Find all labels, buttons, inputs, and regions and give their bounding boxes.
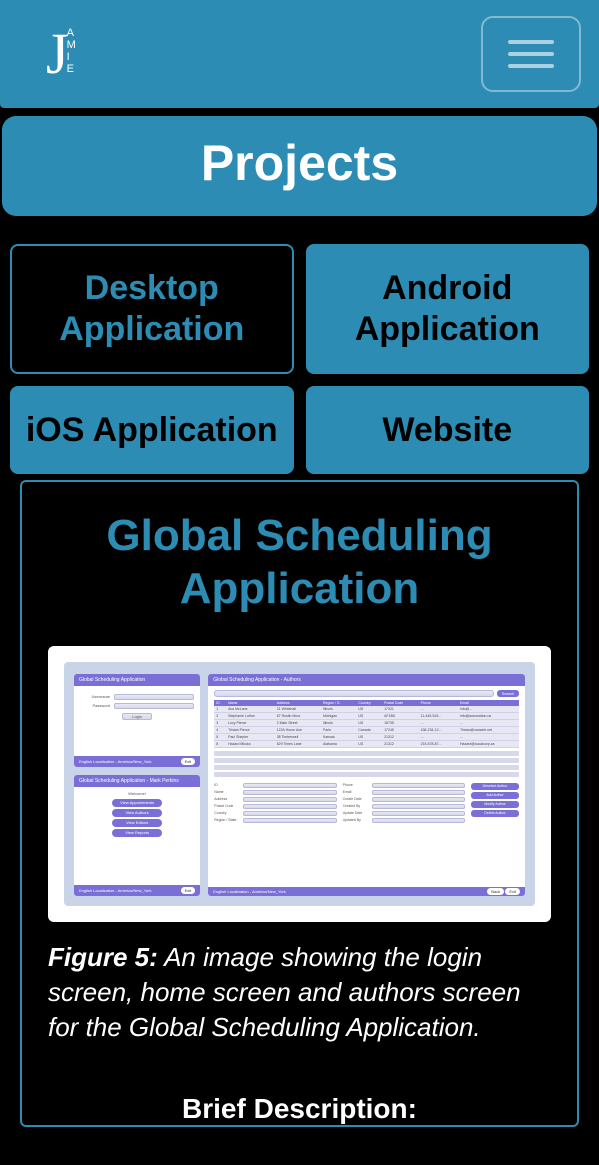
hamburger-icon bbox=[508, 40, 554, 44]
menu-toggle-button[interactable] bbox=[481, 16, 581, 92]
brief-description-heading: Brief Description: bbox=[48, 1093, 551, 1125]
tab-ios-application[interactable]: iOS Application bbox=[10, 386, 294, 475]
tab-website[interactable]: Website bbox=[306, 386, 590, 475]
brand-logo[interactable]: J A M I E bbox=[46, 24, 77, 84]
mock-login-panel: Global Scheduling Application Username P… bbox=[74, 674, 200, 767]
project-figure: Global Scheduling Application Username P… bbox=[48, 646, 551, 922]
navbar: J A M I E bbox=[0, 0, 599, 108]
tab-android-application[interactable]: Android Application bbox=[306, 244, 590, 374]
logo-stack: A M I E bbox=[67, 27, 77, 75]
mock-menu-panel: Global Scheduling Application - Mark Per… bbox=[74, 775, 200, 896]
mock-authors-panel: Global Scheduling Application - Authors … bbox=[208, 674, 525, 896]
mock-screenshot: Global Scheduling Application Username P… bbox=[64, 662, 535, 906]
tab-desktop-application[interactable]: Desktop Application bbox=[10, 244, 294, 374]
project-title: Global Scheduling Application bbox=[48, 510, 551, 616]
page-title-bar: Projects bbox=[2, 116, 597, 216]
tabs-container: Desktop Application Android Application … bbox=[10, 244, 589, 1127]
page-title: Projects bbox=[2, 134, 597, 192]
figure-caption: Figure 5: An image showing the login scr… bbox=[48, 940, 551, 1045]
logo-letter: J bbox=[46, 25, 69, 83]
mock-authors-table: IDNameAddressRegion / S..CountryPostal C… bbox=[214, 700, 519, 748]
project-card: Global Scheduling Application Global Sch… bbox=[20, 480, 579, 1127]
